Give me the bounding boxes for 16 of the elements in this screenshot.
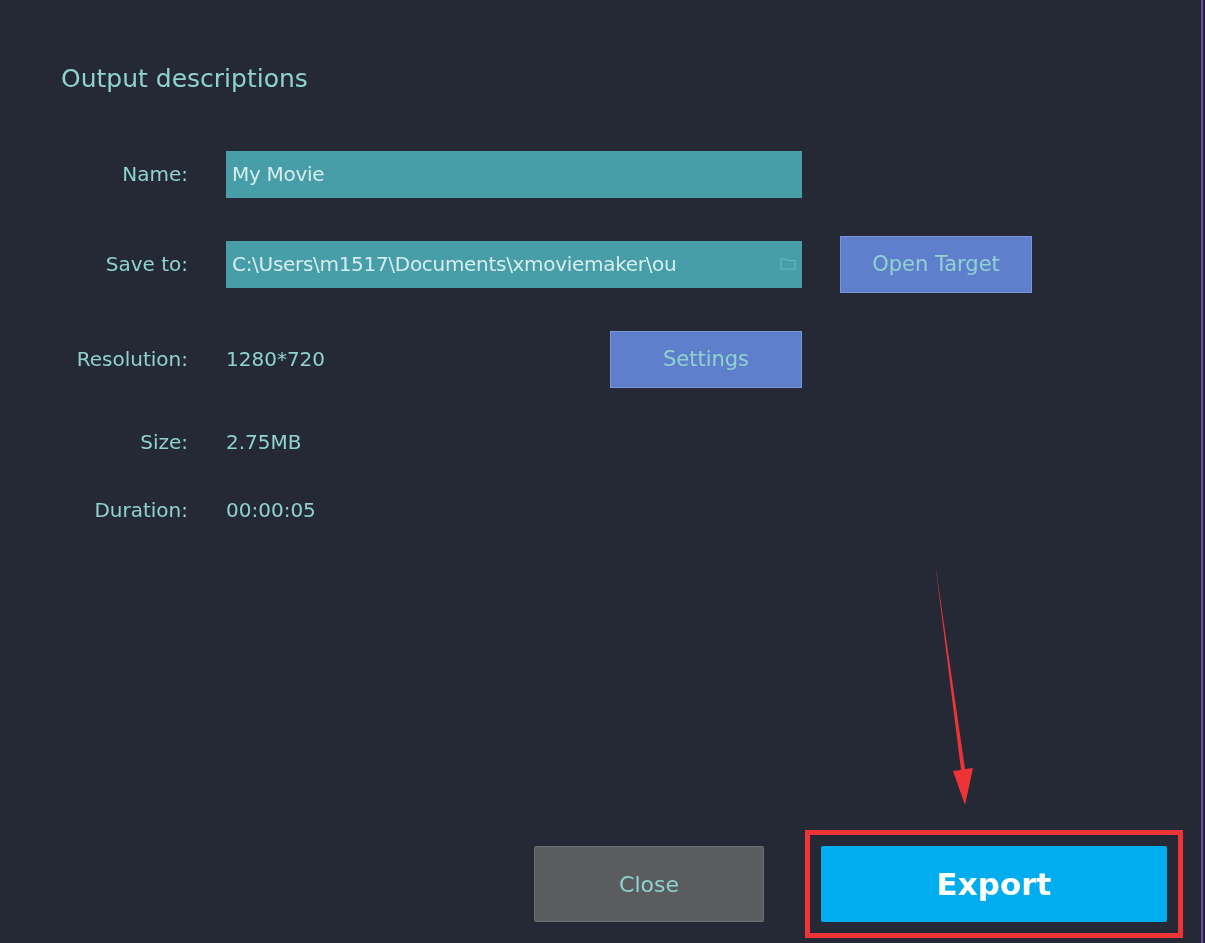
name-input-field[interactable]: My Movie <box>226 150 802 198</box>
folder-icon[interactable] <box>780 258 796 270</box>
field-label: Resolution: <box>75 347 188 371</box>
settings-button[interactable]: Settings <box>610 330 802 388</box>
field-value: 1280*720 <box>226 347 326 371</box>
export-button[interactable]: Export <box>821 846 1167 922</box>
field-label: Duration: <box>93 498 188 522</box>
field-value: 2.75MB <box>226 430 303 454</box>
save-path-field[interactable]: C:\Users\m1517\Documents\xmoviemaker\ou <box>226 240 802 288</box>
section-title: Output descriptions <box>61 64 309 93</box>
open-target-button[interactable]: Open Target <box>840 235 1032 293</box>
field-label: Save to: <box>104 252 188 276</box>
field-label: Size: <box>139 430 188 454</box>
field-label: Name: <box>121 162 188 186</box>
close-button[interactable]: Close <box>534 846 764 922</box>
field-value: 00:00:05 <box>226 498 317 522</box>
